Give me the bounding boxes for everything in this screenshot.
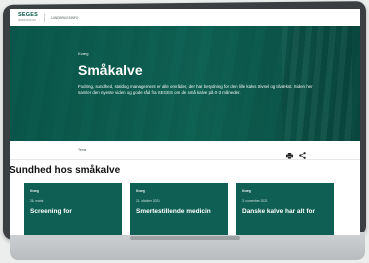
browser-screen: SEGES INNOVATION LANDBRUGSINFO Kvæg Småk…: [10, 9, 360, 235]
article-card[interactable]: Kvæg 21. oktober 2021 Smertestillende me…: [130, 183, 228, 235]
content-toolbar: Tema: [10, 141, 360, 160]
article-card[interactable]: Kvæg 26. marts Screening for: [24, 183, 122, 235]
nav-divider: [43, 13, 45, 22]
card-date: 26. marts: [30, 199, 44, 203]
print-icon[interactable]: [286, 146, 293, 164]
card-date: 21. oktober 2021: [136, 199, 160, 203]
hero-category[interactable]: Kvæg: [78, 51, 360, 56]
card-tag: Kvæg: [136, 189, 145, 193]
article-card[interactable]: Kvæg 3. november 2021 Danske kalve har a…: [236, 183, 334, 235]
card-tag: Kvæg: [30, 189, 39, 193]
nav-item-landbrugsinfo[interactable]: LANDBRUGSINFO: [51, 16, 78, 20]
card-title: Screening for: [30, 208, 72, 215]
card-tag: Kvæg: [242, 189, 251, 193]
hero-description: Fodring, sundhed, staldog management er …: [78, 84, 313, 96]
theme-tag[interactable]: Tema: [78, 148, 86, 152]
article-card-list: Kvæg 26. marts Screening for Kvæg 21. ok…: [10, 183, 360, 235]
tool-icons: [286, 146, 306, 164]
logo-text: SEGES: [18, 11, 38, 18]
card-title: Smertestillende medicin: [136, 208, 211, 215]
laptop-base: [10, 232, 365, 260]
card-date: 3. november 2021: [242, 199, 268, 203]
share-icon[interactable]: [299, 146, 306, 164]
logo-subtext: INNOVATION: [18, 18, 36, 22]
hero-banner: Kvæg Småkalve Fodring, sundhed, staldog …: [10, 26, 360, 141]
section-title: Sundhed hos småkalve: [10, 165, 121, 176]
card-title: Danske kalve har alt for: [242, 208, 315, 215]
seges-logo[interactable]: SEGES INNOVATION: [18, 12, 38, 24]
top-navigation: SEGES INNOVATION LANDBRUGSINFO: [10, 9, 360, 26]
